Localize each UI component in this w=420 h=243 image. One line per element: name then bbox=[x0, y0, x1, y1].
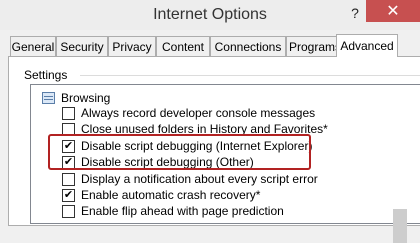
scrollbar-thumb[interactable] bbox=[393, 209, 407, 243]
settings-group-label: Settings bbox=[24, 68, 68, 82]
list-item[interactable]: Enable flip ahead with page prediction bbox=[62, 202, 284, 220]
tab-strip: General Security Privacy Content Connect… bbox=[10, 34, 420, 57]
checkbox-checked[interactable]: ✔ bbox=[62, 188, 75, 202]
tab-security[interactable]: Security bbox=[56, 36, 108, 56]
tab-content[interactable]: Content bbox=[156, 36, 210, 56]
option-label: Always record developer console messages bbox=[81, 106, 316, 120]
settings-divider bbox=[80, 75, 420, 76]
highlight-box bbox=[48, 134, 311, 170]
tab-connections[interactable]: Connections bbox=[210, 36, 286, 56]
close-button[interactable]: ✕ bbox=[366, 0, 420, 22]
tab-advanced[interactable]: Advanced bbox=[336, 34, 398, 57]
category-label: Browsing bbox=[61, 91, 111, 105]
checkbox[interactable] bbox=[62, 204, 75, 218]
option-label: Enable automatic crash recovery* bbox=[81, 188, 261, 202]
option-label: Display a notification about every scrip… bbox=[81, 172, 318, 186]
title-bar: Internet Options ? ✕ bbox=[0, 0, 420, 30]
checkbox[interactable] bbox=[62, 106, 75, 120]
option-label: Enable flip ahead with page prediction bbox=[81, 204, 284, 218]
settings-category-icon bbox=[42, 92, 55, 104]
help-button[interactable]: ? bbox=[344, 0, 366, 26]
tab-privacy[interactable]: Privacy bbox=[108, 36, 156, 56]
checkbox[interactable] bbox=[62, 172, 75, 186]
tab-general[interactable]: General bbox=[10, 36, 56, 56]
